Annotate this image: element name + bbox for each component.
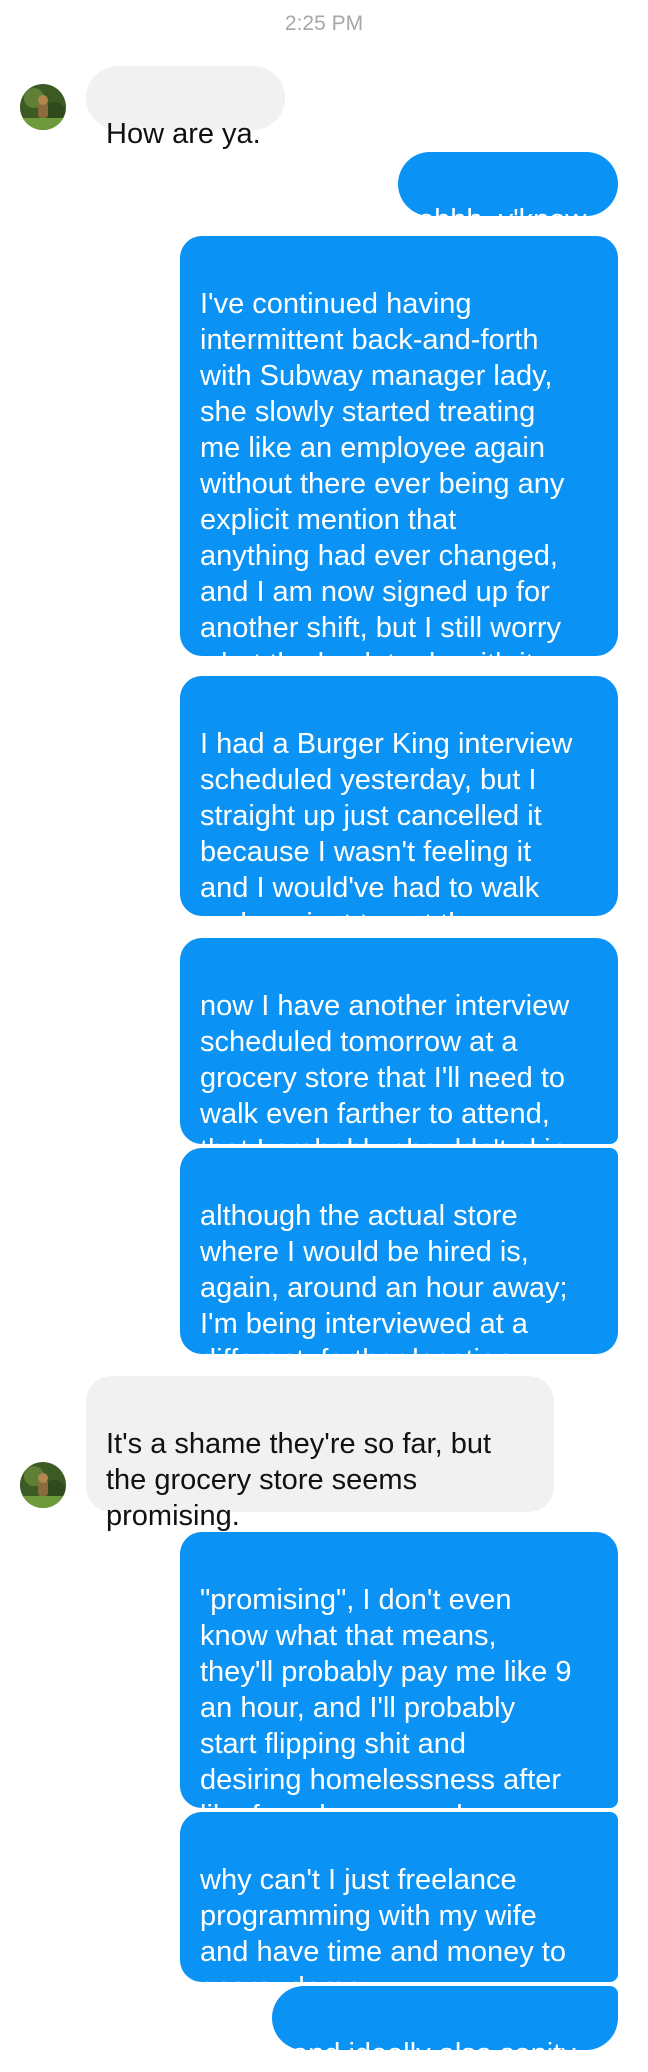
avatar-photo-icon bbox=[20, 1462, 66, 1508]
outgoing-message[interactable]: now I have another interview scheduled t… bbox=[180, 938, 618, 1166]
message-timestamp: 2:25 PM bbox=[284, 12, 364, 35]
message-text: why can't I just freelance programming w… bbox=[200, 1864, 566, 2004]
message-text: I've continued having intermittent back-… bbox=[200, 288, 565, 680]
outgoing-message[interactable]: and ideally also sanity bbox=[272, 1986, 618, 2070]
message-text: How are ya. bbox=[106, 118, 261, 150]
message-text: ohhh, y'know bbox=[418, 204, 587, 236]
avatar-photo-icon bbox=[20, 84, 66, 130]
outgoing-message[interactable]: "promising", I don't even know what that… bbox=[180, 1532, 618, 1832]
message-text: I had a Burger King interview scheduled … bbox=[200, 728, 573, 940]
message-text: although the actual store where I would … bbox=[200, 1200, 568, 1376]
message-text: now I have another interview scheduled t… bbox=[200, 990, 570, 1166]
incoming-message[interactable]: It's a shame they're so far, but the gro… bbox=[86, 1376, 554, 1532]
outgoing-message[interactable]: I had a Burger King interview scheduled … bbox=[180, 676, 618, 940]
message-text: and ideally also sanity bbox=[292, 2038, 576, 2070]
outgoing-message[interactable]: why can't I just freelance programming w… bbox=[180, 1812, 618, 2004]
contact-avatar[interactable] bbox=[20, 1462, 66, 1508]
contact-avatar[interactable] bbox=[20, 84, 66, 130]
incoming-message[interactable]: How are ya. bbox=[86, 66, 285, 150]
outgoing-message[interactable]: I've continued having intermittent back-… bbox=[180, 236, 618, 680]
message-text: "promising", I don't even know what that… bbox=[200, 1584, 572, 1832]
message-text: It's a shame they're so far, but the gro… bbox=[106, 1428, 492, 1532]
outgoing-message[interactable]: although the actual store where I would … bbox=[180, 1148, 618, 1376]
outgoing-message[interactable]: ohhh, y'know bbox=[398, 152, 618, 236]
